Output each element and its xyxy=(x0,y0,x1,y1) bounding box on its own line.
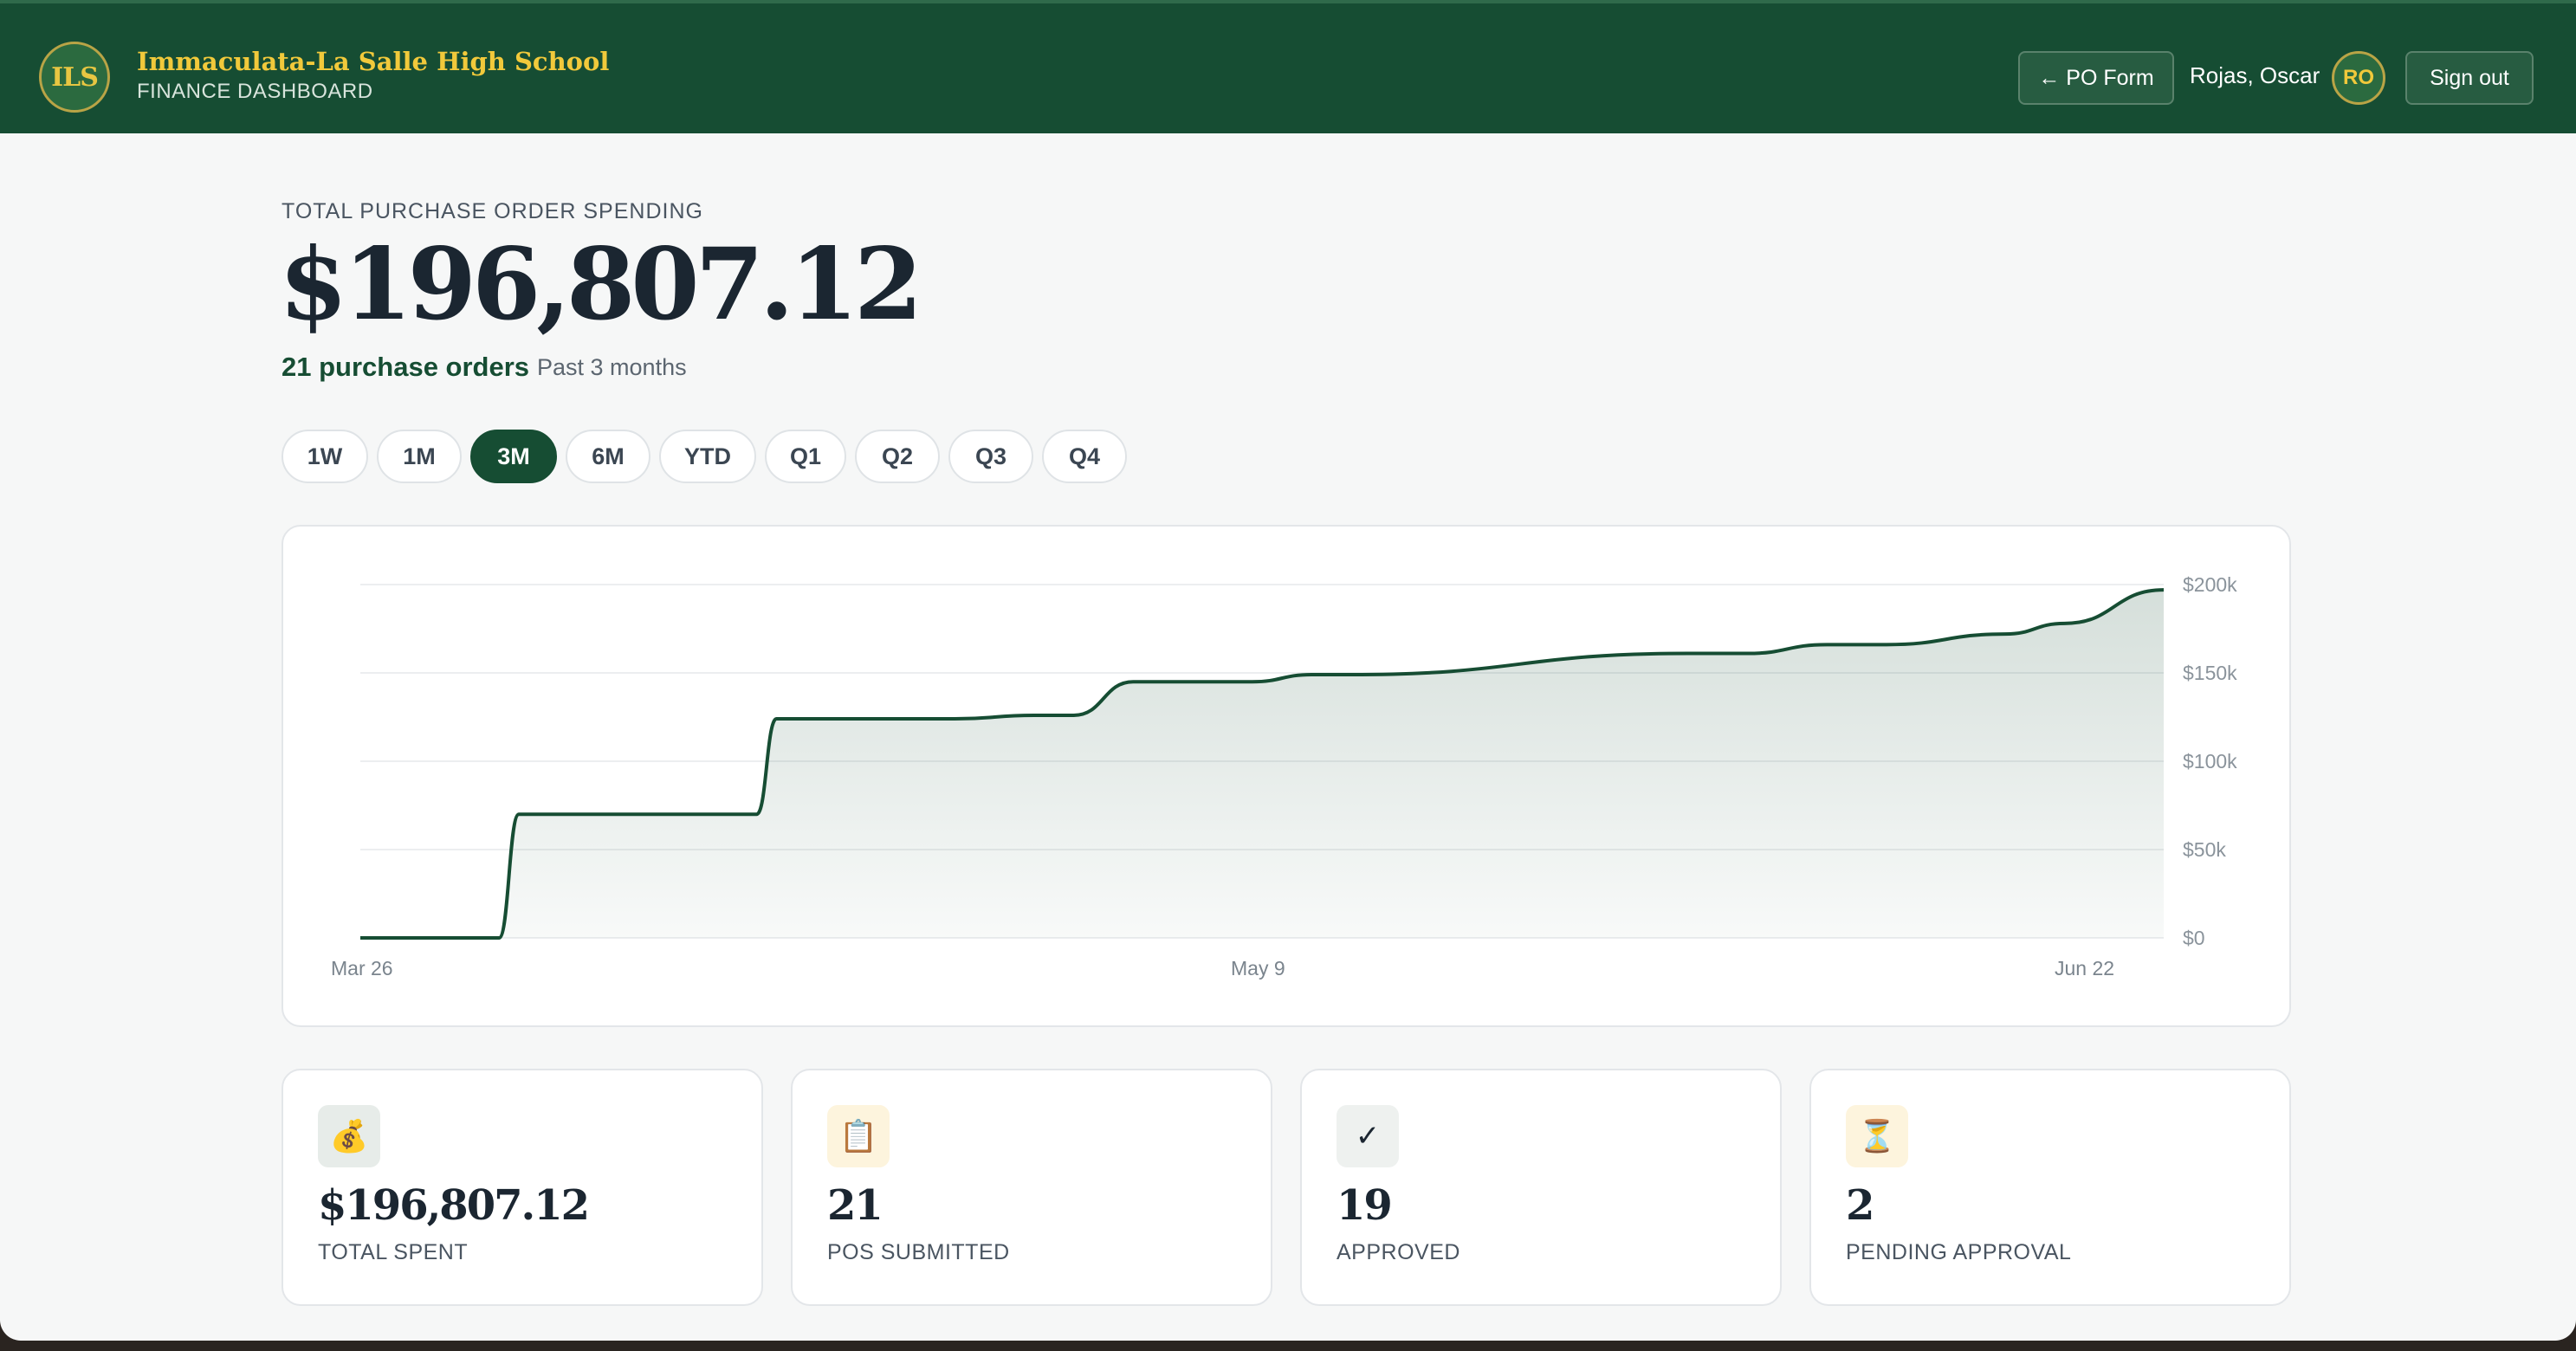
range-pill-3m[interactable]: 3M xyxy=(470,430,557,483)
avatar[interactable]: RO xyxy=(2332,51,2385,105)
stat-value: $196,807.12 xyxy=(318,1181,590,1230)
y-tick-label: $200k xyxy=(2183,573,2237,596)
spending-kicker: TOTAL PURCHASE ORDER SPENDING xyxy=(282,199,703,223)
stat-value: 19 xyxy=(1337,1181,1393,1230)
range-pill-6m[interactable]: 6M xyxy=(566,430,650,483)
money-bag-icon: 💰 xyxy=(318,1105,380,1167)
y-tick-label: $50k xyxy=(2183,838,2226,861)
po-form-button[interactable]: ← PO Form xyxy=(2018,51,2174,105)
stat-label: PENDING APPROVAL xyxy=(1846,1240,2072,1264)
range-pill-ytd[interactable]: YTD xyxy=(659,430,756,483)
stat-value: 21 xyxy=(827,1181,883,1230)
check-icon: ✓ xyxy=(1337,1105,1399,1167)
stat-card-total-spent: 💰 $196,807.12 TOTAL SPENT xyxy=(282,1069,763,1306)
top-header: ILS Immaculata-La Salle High School FINA… xyxy=(0,0,2576,133)
spending-area xyxy=(360,590,2164,938)
y-tick-label: $150k xyxy=(2183,662,2237,684)
y-tick-label: $0 xyxy=(2183,927,2205,949)
school-logo: ILS xyxy=(39,42,110,113)
stat-label: APPROVED xyxy=(1337,1240,1460,1264)
dashboard-subtitle: FINANCE DASHBOARD xyxy=(137,80,373,103)
range-pill-q3[interactable]: Q3 xyxy=(948,430,1033,483)
stat-label: TOTAL SPENT xyxy=(318,1240,469,1264)
x-tick-label: Jun 22 xyxy=(2055,957,2114,979)
period-label: Past 3 months xyxy=(537,354,687,380)
clipboard-icon: 📋 xyxy=(827,1105,890,1167)
spending-chart-card: $0 $50k $100k $150k $200k Mar 26 May 9 Jun 22 xyxy=(282,525,2291,1027)
range-pill-q1[interactable]: Q1 xyxy=(765,430,846,483)
range-pill-1m[interactable]: 1M xyxy=(377,430,462,483)
stat-label: POS SUBMITTED xyxy=(827,1240,1010,1264)
spending-chart: $0 $50k $100k $150k $200k Mar 26 May 9 Jun 22 xyxy=(331,573,2237,979)
range-pill-q4[interactable]: Q4 xyxy=(1042,430,1127,483)
stat-card-pending-approval: ⏳ 2 PENDING APPROVAL xyxy=(1809,1069,2291,1306)
total-spending: $196,807.12 xyxy=(279,226,922,342)
stat-card-approved: ✓ 19 APPROVED xyxy=(1300,1069,1782,1306)
school-name: Immaculata-La Salle High School xyxy=(137,47,610,76)
stat-value: 2 xyxy=(1846,1181,1874,1230)
user-name: Rojas, Oscar xyxy=(2190,62,2320,88)
app-window: ILS Immaculata-La Salle High School FINA… xyxy=(0,0,2576,1341)
stat-card-pos-submitted: 📋 21 POS SUBMITTED xyxy=(791,1069,1272,1306)
y-tick-label: $100k xyxy=(2183,750,2237,772)
x-tick-label: May 9 xyxy=(1231,957,1285,979)
range-pill-1w[interactable]: 1W xyxy=(282,430,368,483)
sign-out-button[interactable]: Sign out xyxy=(2405,51,2534,105)
x-tick-label: Mar 26 xyxy=(331,957,393,979)
po-count: 21 purchase orders xyxy=(282,352,530,382)
hourglass-icon: ⏳ xyxy=(1846,1105,1908,1167)
range-pill-q2[interactable]: Q2 xyxy=(855,430,940,483)
